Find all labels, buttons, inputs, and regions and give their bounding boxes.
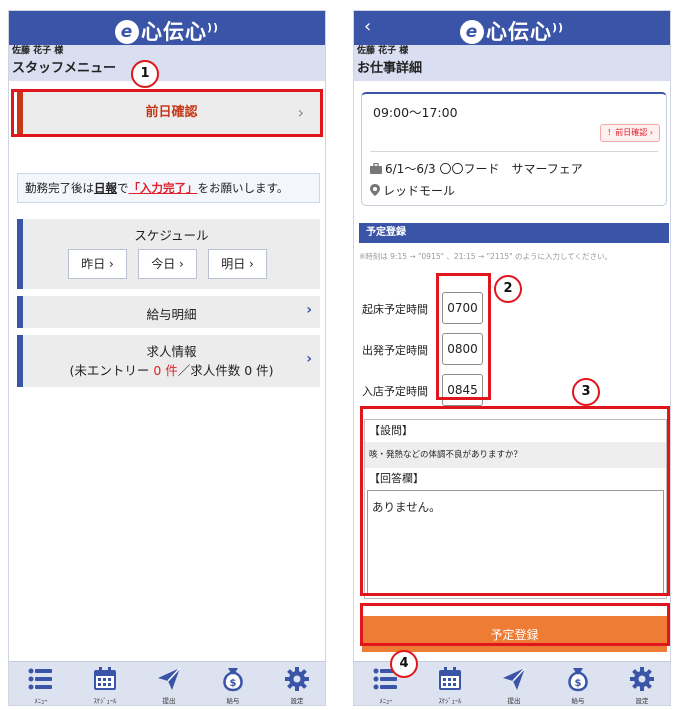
schedule-card: スケジュール 昨日 › 今日 › 明日 ›: [17, 219, 320, 289]
highlight-box-3: [360, 406, 670, 596]
job-info-counts: (未エントリー 0 件／求人件数 0 件): [69, 363, 274, 378]
prev-day-check-badge[interactable]: ！前日確認 ›: [600, 124, 660, 142]
nav-item-menu[interactable]: ﾒﾆｭｰ: [9, 662, 73, 705]
highlight-box-4: [360, 603, 670, 646]
shift-time: 09:00〜17:00: [373, 105, 458, 120]
highlight-box-2: [436, 273, 491, 400]
menu-content: 前日確認 › 勤務完了後は日報で「入力完了」をお願いします。 スケジュール 昨日…: [9, 81, 325, 661]
job-info-label: 求人情報: [146, 344, 197, 359]
callout-4: 4: [390, 650, 418, 678]
entry-count: 0 件: [153, 363, 178, 378]
job-info-menu-item[interactable]: 求人情報 (未エントリー 0 件／求人件数 0 件) ›: [17, 335, 320, 387]
payslip-menu-item[interactable]: 給与明細 ›: [17, 296, 320, 328]
user-name: 佐藤 花子 様: [354, 45, 670, 57]
callout-1: 1: [131, 60, 159, 88]
nav-item-schedule[interactable]: ｽｹｼﾞｭｰﾙ: [418, 662, 482, 705]
time-format-hint: ※時刻は 9:15 → "0915" 、21:15 → "2115" のように入…: [359, 252, 613, 261]
nav-item-salary[interactable]: $ 給与: [201, 662, 265, 705]
app-logo: e 心伝心)): [9, 11, 325, 45]
chevron-right-icon: ›: [306, 351, 312, 367]
chevron-right-icon: ›: [306, 302, 312, 318]
gear-icon: [285, 667, 309, 691]
divider: [370, 151, 658, 152]
tomorrow-button[interactable]: 明日 ›: [208, 249, 267, 279]
yesterday-button[interactable]: 昨日 ›: [68, 249, 127, 279]
daily-report-link[interactable]: 日報: [94, 181, 117, 195]
shift-event: 6/1〜6/3 〇〇フード サマーフェア: [370, 160, 583, 177]
callout-3: 3: [572, 378, 600, 406]
store-entry-time-label: 入店予定時間: [362, 385, 428, 398]
nav-item-schedule[interactable]: ｽｹｼﾞｭｰﾙ: [73, 662, 137, 705]
callout-2: 2: [494, 275, 522, 303]
briefcase-icon: [370, 162, 382, 174]
page-title: スタッフメニュー: [9, 57, 325, 81]
calendar-icon: [439, 667, 461, 690]
nav-item-submit[interactable]: 提出: [482, 662, 546, 705]
app-header: e 心伝心)) ‹: [354, 11, 670, 45]
job-detail-screen: e 心伝心)) ‹ 佐藤 花子 様 お仕事詳細 09:00〜17:00 ！前日確認…: [353, 10, 671, 706]
back-chevron-icon[interactable]: ‹: [364, 11, 371, 45]
nav-item-submit[interactable]: 提出: [137, 662, 201, 705]
app-header: e 心伝心)): [9, 11, 325, 45]
page-title: お仕事詳細: [354, 57, 670, 81]
location-pin-icon: [370, 184, 380, 196]
money-bag-icon: $: [223, 668, 243, 692]
svg-text:$: $: [230, 678, 237, 689]
wake-time-label: 起床予定時間: [362, 303, 428, 316]
schedule-registration-header: 予定登録: [359, 223, 669, 243]
work-report-notice: 勤務完了後は日報で「入力完了」をお願いします。: [17, 173, 320, 203]
today-button[interactable]: 今日 ›: [138, 249, 197, 279]
shift-card: 09:00〜17:00 ！前日確認 › 6/1〜6/3 〇〇フード サマーフェア…: [361, 92, 667, 206]
nav-item-settings[interactable]: 設定: [610, 662, 670, 705]
calendar-icon: [94, 667, 116, 690]
nav-item-salary[interactable]: $ 給与: [546, 662, 610, 705]
highlight-box-1: [11, 89, 323, 137]
user-name: 佐藤 花子 様: [9, 45, 325, 57]
send-icon: [503, 667, 526, 690]
schedule-label: スケジュール: [134, 228, 209, 243]
send-icon: [158, 667, 181, 690]
nav-item-settings[interactable]: 設定: [265, 662, 325, 705]
money-bag-icon: $: [568, 668, 588, 692]
svg-text:$: $: [575, 678, 582, 689]
menu-icon: [28, 668, 52, 690]
payslip-label: 給与明細: [146, 307, 197, 322]
bottom-nav: ﾒﾆｭｰ ｽｹｼﾞｭｰﾙ 提出 $ 給与 設定: [9, 661, 325, 705]
shift-location: レッドモール: [370, 182, 455, 199]
departure-time-label: 出発予定時間: [362, 344, 428, 357]
app-logo: e 心伝心)): [354, 11, 670, 45]
gear-icon: [630, 667, 654, 691]
